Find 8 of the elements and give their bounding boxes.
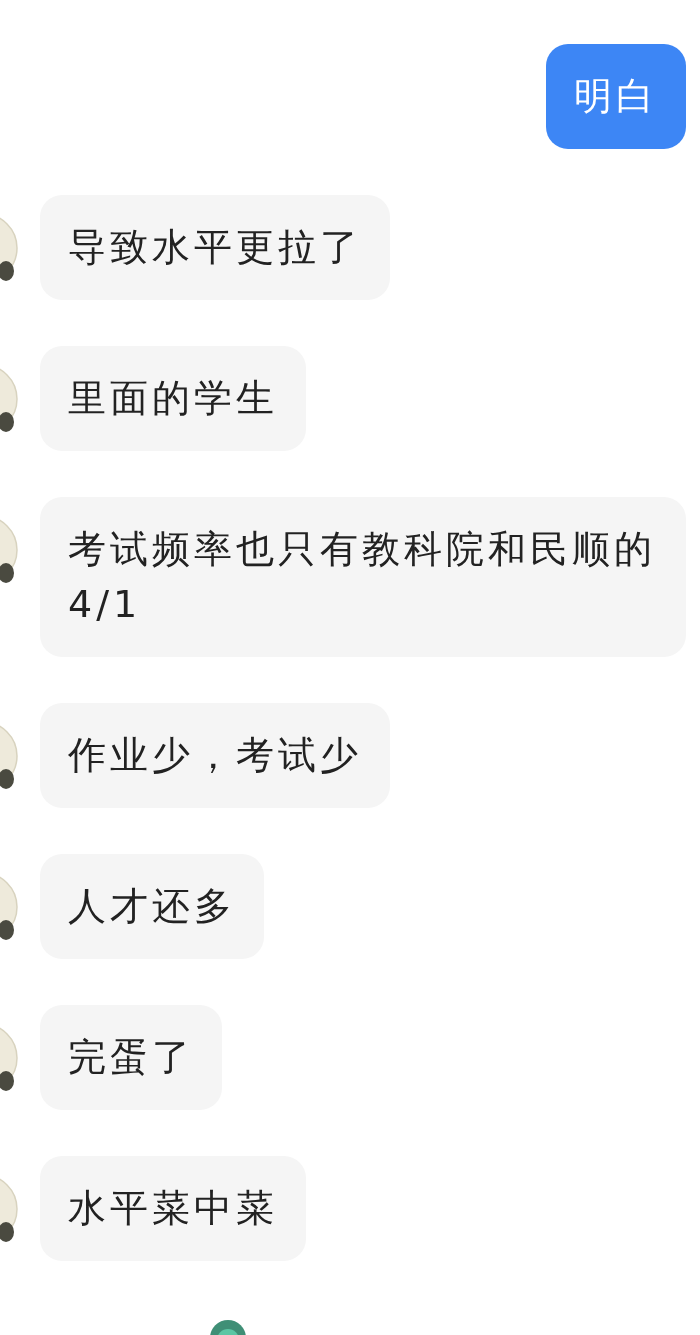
received-message-bubble: 作业少，考试少: [40, 703, 390, 808]
received-message-bubble: 考试频率也只有教科院和民顺的4/1: [40, 497, 686, 657]
received-message-bubble: 导致水平更拉了: [40, 195, 390, 300]
received-message-bubble: 水平菜中菜: [40, 1156, 306, 1261]
sent-message-bubble: 明白: [546, 44, 686, 149]
received-message-bubble: 里面的学生: [40, 346, 306, 451]
received-message-bubble: 人才还多: [40, 854, 264, 959]
received-message-bubble: 完蛋了: [40, 1005, 222, 1110]
